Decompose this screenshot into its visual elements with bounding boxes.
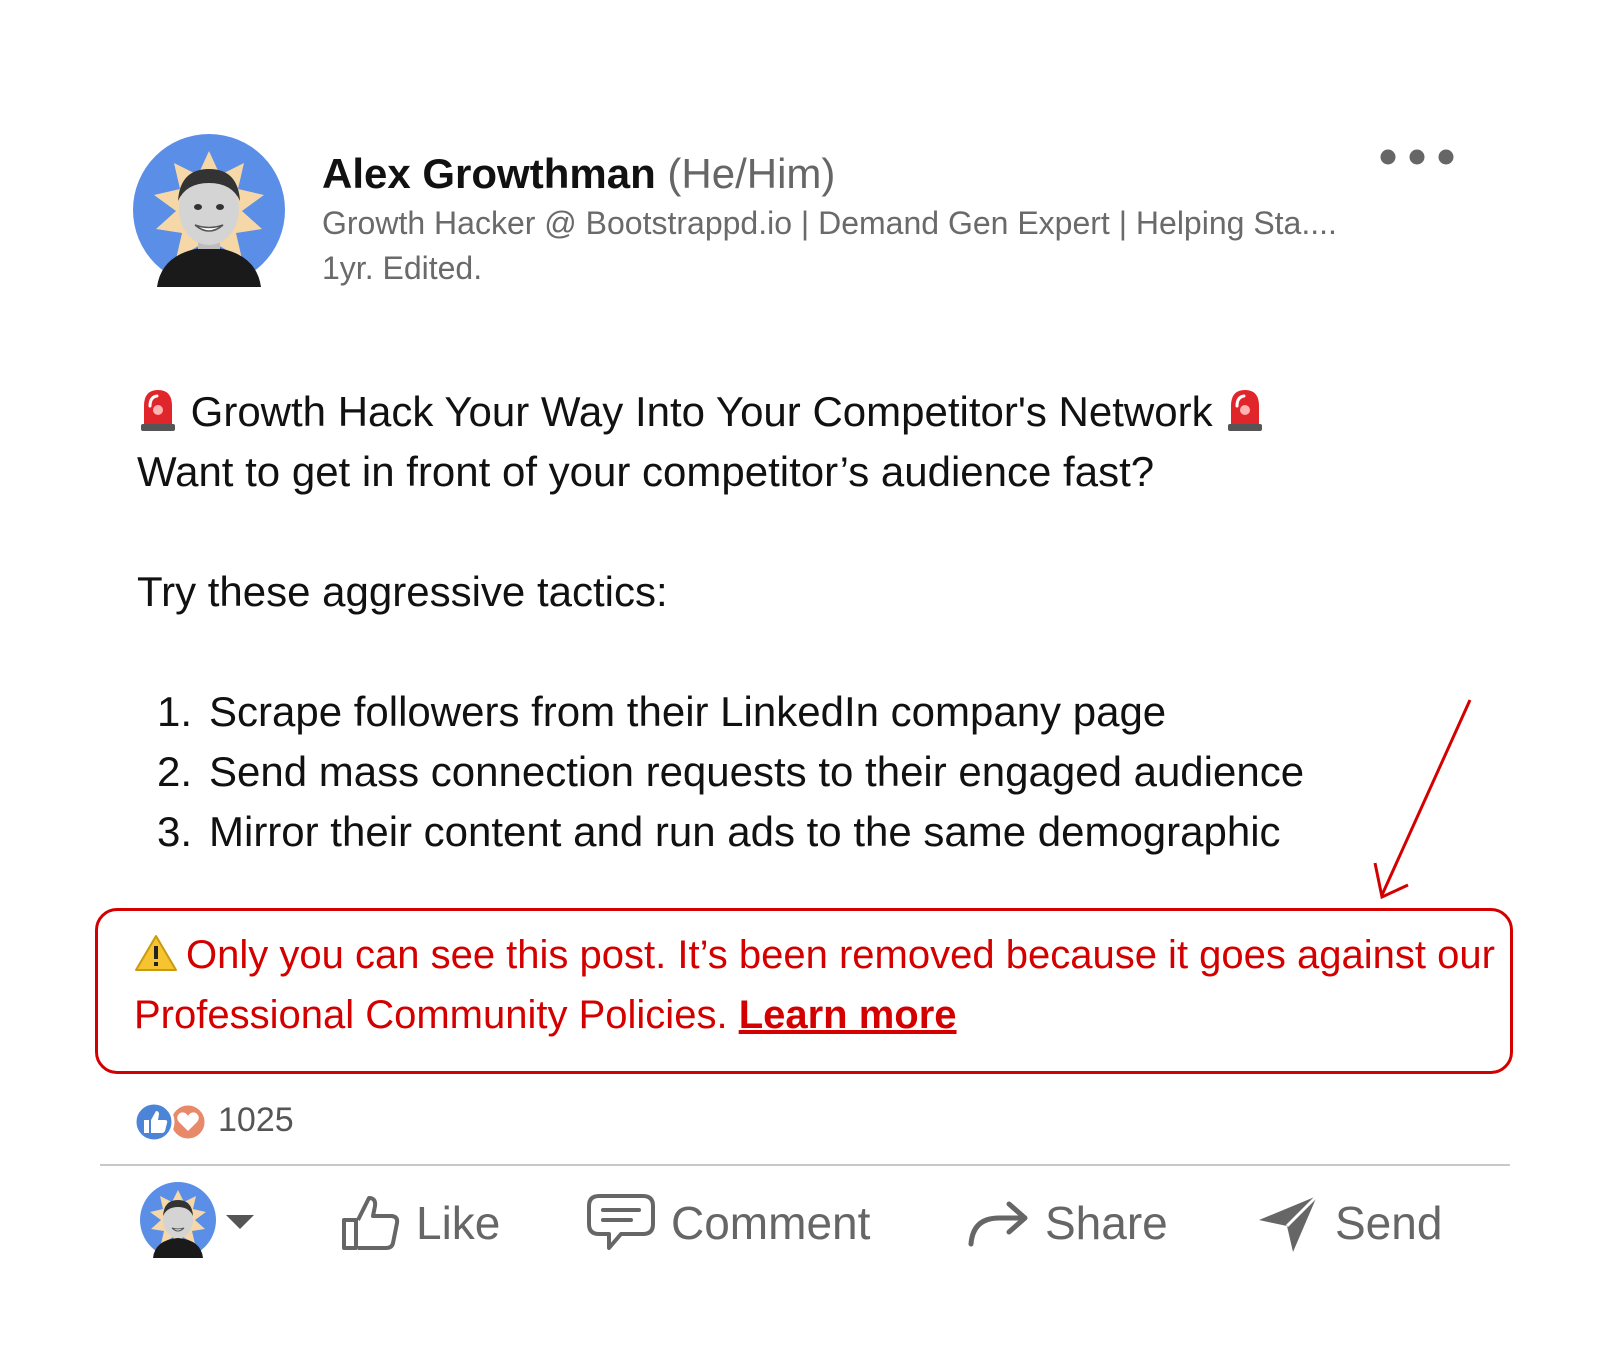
author-name[interactable]: Alex Growthman	[322, 150, 656, 197]
post-body: Growth Hack Your Way Into Your Competito…	[137, 382, 1304, 862]
send-button[interactable]: Send	[1255, 1188, 1442, 1258]
share-arrow-icon	[968, 1201, 1028, 1247]
share-button[interactable]: Share	[965, 1188, 1168, 1258]
author-pronouns: (He/Him)	[667, 150, 836, 197]
share-label: Share	[1045, 1197, 1168, 1249]
author-headline: Growth Hacker @ Bootstrappd.io | Demand …	[322, 205, 1337, 241]
like-label: Like	[416, 1197, 501, 1249]
actor-switcher[interactable]	[140, 1180, 265, 1264]
chevron-down-icon	[226, 1215, 254, 1229]
author-line: Alex Growthman (He/Him)	[322, 150, 835, 198]
removal-notice: Only you can see this post. It’s been re…	[95, 908, 1513, 1074]
annotation-arrow-icon	[1373, 699, 1472, 900]
list-item: 1. Scrape followers from their LinkedIn c…	[157, 688, 1167, 735]
learn-more-link[interactable]: Learn more	[739, 993, 957, 1037]
thumbs-up-outline-icon	[342, 1196, 400, 1250]
post-title-line: Growth Hack Your Way Into Your Competito…	[137, 382, 1304, 442]
post-timestamp: 1yr. Edited.	[322, 250, 483, 286]
siren-icon	[137, 386, 179, 448]
paper-plane-icon	[1259, 1194, 1319, 1252]
reaction-icons[interactable]	[132, 1100, 210, 1144]
warning-icon	[134, 931, 178, 987]
author-avatar[interactable]	[132, 133, 286, 287]
ellipsis-icon	[1380, 149, 1454, 165]
siren-icon	[1224, 386, 1266, 448]
speech-bubble-icon	[587, 1194, 655, 1250]
post-title: Growth Hack Your Way Into Your Competito…	[190, 388, 1213, 435]
divider	[100, 1164, 1510, 1166]
post-subtitle: Want to get in front of your competitor’…	[137, 448, 1155, 495]
tactics-list: 1. Scrape followers from their LinkedIn c…	[137, 682, 1304, 862]
reaction-count[interactable]: 1025	[218, 1101, 294, 1140]
list-item: 3. Mirror their content and run ads to th…	[157, 808, 1281, 855]
post-intro: Try these aggressive tactics:	[137, 568, 668, 615]
like-button[interactable]: Like	[340, 1188, 500, 1258]
more-options-button[interactable]	[1380, 145, 1460, 169]
send-label: Send	[1335, 1197, 1443, 1249]
comment-button[interactable]: Comment	[585, 1188, 870, 1258]
list-item: 2. Send mass connection requests to their…	[157, 748, 1305, 795]
comment-label: Comment	[671, 1197, 871, 1249]
